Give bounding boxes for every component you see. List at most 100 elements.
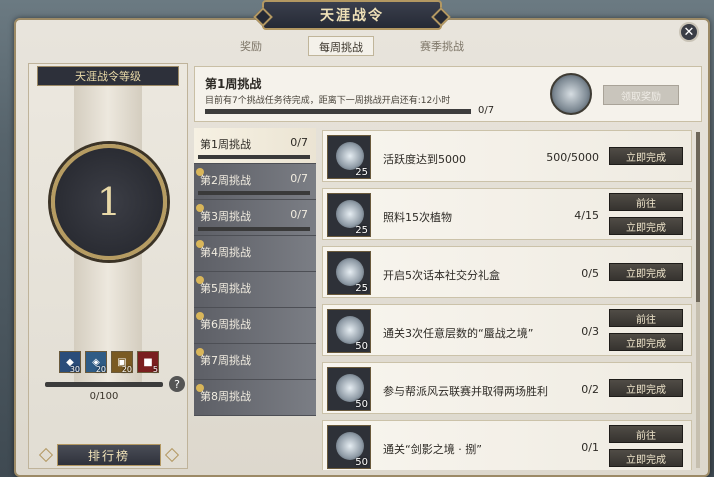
task-progress: 0/3 <box>581 325 599 338</box>
task-reward-icon: 50 <box>327 309 371 353</box>
diamond-deco-icon <box>164 447 180 463</box>
week-progress-bar <box>205 109 471 114</box>
reward-amount: 50 <box>355 341 368 352</box>
task-row: 25 照料15次植物 4/15 前往 立即完成 <box>322 188 692 240</box>
reward-count: 30 <box>69 365 80 374</box>
task-reward-icon: 50 <box>327 425 371 469</box>
week-label: 第2周挑战 <box>200 174 251 187</box>
week-item[interactable]: 第1周挑战 0/7 <box>194 128 316 164</box>
task-name: 照料15次植物 <box>383 211 452 224</box>
level-reward-row: ◆ 30 ◈ 20 ▣ 20 ■ 5 <box>59 351 159 374</box>
task-name: 参与帮派风云联赛并取得两场胜利 <box>383 385 548 398</box>
task-progress: 0/2 <box>581 383 599 396</box>
task-row: 50 通关“剑影之境 · 捌” 0/1 前往 立即完成 <box>322 420 692 470</box>
go-button[interactable]: 前往 <box>609 425 683 443</box>
level-badge: 1 <box>51 144 167 260</box>
level-title: 天涯战令等级 <box>37 66 179 86</box>
reward-amount: 25 <box>355 283 368 294</box>
reward-count: 5 <box>152 365 158 374</box>
gem-icon <box>336 316 364 344</box>
week-item-bar <box>198 155 310 159</box>
task-progress: 0/5 <box>581 267 599 280</box>
tab-weekly-challenge[interactable]: 每周挑战 <box>308 36 374 56</box>
task-row: 50 参与帮派风云联赛并取得两场胜利 0/2 立即完成 <box>322 362 692 414</box>
task-reward-icon: 50 <box>327 367 371 411</box>
week-label: 第3周挑战 <box>200 210 251 223</box>
week-item[interactable]: 第6周挑战 <box>194 308 316 344</box>
scroll-thumb[interactable] <box>696 132 700 302</box>
reward-chest-icon[interactable] <box>550 73 592 115</box>
gem-icon <box>336 432 364 460</box>
help-icon[interactable]: ? <box>169 376 185 392</box>
gem-icon <box>336 142 364 170</box>
week-item[interactable]: 第7周挑战 <box>194 344 316 380</box>
complete-now-button[interactable]: 立即完成 <box>609 147 683 165</box>
leaderboard-button[interactable]: 排行榜 <box>57 444 161 466</box>
task-list: 25 活跃度达到5000 500/5000 立即完成 25 照料15次植物 4/… <box>322 130 692 470</box>
go-button[interactable]: 前往 <box>609 193 683 211</box>
task-reward-icon: 25 <box>327 193 371 237</box>
task-row: 50 通关3次任意层数的“蜃战之境” 0/3 前往 立即完成 <box>322 304 692 356</box>
week-item[interactable]: 第5周挑战 <box>194 272 316 308</box>
week-item[interactable]: 第3周挑战 0/7 <box>194 200 316 236</box>
task-scrollbar[interactable] <box>696 132 700 468</box>
task-progress: 500/5000 <box>546 151 599 164</box>
close-icon[interactable]: ✕ <box>679 22 699 42</box>
task-name: 通关“剑影之境 · 捌” <box>383 443 482 456</box>
gem-icon <box>336 374 364 402</box>
task-reward-icon: 25 <box>327 135 371 179</box>
task-progress: 0/1 <box>581 441 599 454</box>
complete-now-button[interactable]: 立即完成 <box>609 263 683 281</box>
week-progress-count: 0/7 <box>478 105 495 116</box>
week-subtitle: 目前有7个挑战任务待完成，距离下一周挑战开启还有:12小时 <box>205 96 451 106</box>
red-chest-icon[interactable]: ■ 5 <box>137 351 159 374</box>
week-count: 0/7 <box>290 208 308 221</box>
week-label: 第8周挑战 <box>200 390 251 403</box>
window-title: 天涯战令 <box>262 0 442 30</box>
level-progress-text: 0/100 <box>89 391 119 402</box>
complete-now-button[interactable]: 立即完成 <box>609 379 683 397</box>
tab-rewards[interactable]: 奖励 <box>230 36 272 56</box>
week-list: 第1周挑战 0/7 第2周挑战 0/7 第3周挑战 0/7 第4周挑战 第5周挑… <box>194 128 316 416</box>
task-row: 25 活跃度达到5000 500/5000 立即完成 <box>322 130 692 182</box>
complete-now-button[interactable]: 立即完成 <box>609 217 683 235</box>
week-item[interactable]: 第8周挑战 <box>194 380 316 416</box>
gem-icon <box>336 258 364 286</box>
blue-crystal-icon[interactable]: ◆ 30 <box>59 351 81 374</box>
reward-amount: 25 <box>355 167 368 178</box>
level-progress-bar <box>45 382 163 387</box>
week-label: 第7周挑战 <box>200 354 251 367</box>
reward-amount: 50 <box>355 399 368 410</box>
week-item[interactable]: 第4周挑战 <box>194 236 316 272</box>
tab-season-challenge[interactable]: 赛季挑战 <box>410 36 474 56</box>
week-item[interactable]: 第2周挑战 0/7 <box>194 164 316 200</box>
task-progress: 4/15 <box>574 209 599 222</box>
level-panel: 天涯战令等级 1 ◆ 30 ◈ 20 ▣ 20 ■ 5 ? 0/100 排行榜 <box>28 63 188 469</box>
gold-item-icon[interactable]: ▣ 20 <box>111 351 133 374</box>
diamond-deco-icon <box>38 447 54 463</box>
week-label: 第6周挑战 <box>200 318 251 331</box>
task-reward-icon: 25 <box>327 251 371 295</box>
task-row: 25 开启5次话本社交分礼盒 0/5 立即完成 <box>322 246 692 298</box>
week-label: 第4周挑战 <box>200 246 251 259</box>
complete-now-button[interactable]: 立即完成 <box>609 449 683 467</box>
week-item-bar <box>198 191 310 195</box>
reward-amount: 25 <box>355 225 368 236</box>
week-count: 0/7 <box>290 136 308 149</box>
reward-count: 20 <box>121 365 132 374</box>
complete-now-button[interactable]: 立即完成 <box>609 333 683 351</box>
week-count: 0/7 <box>290 172 308 185</box>
gem-icon <box>336 200 364 228</box>
week-item-bar <box>198 227 310 231</box>
task-name: 开启5次话本社交分礼盒 <box>383 269 500 282</box>
claim-reward-button[interactable]: 领取奖励 <box>603 85 679 105</box>
week-header: 第1周挑战 目前有7个挑战任务待完成，距离下一周挑战开启还有:12小时 0/7 … <box>194 66 702 122</box>
task-name: 活跃度达到5000 <box>383 153 466 166</box>
task-name: 通关3次任意层数的“蜃战之境” <box>383 327 534 340</box>
reward-count: 20 <box>95 365 106 374</box>
week-label: 第1周挑战 <box>200 138 251 151</box>
week-title: 第1周挑战 <box>205 77 262 91</box>
blue-gem-icon[interactable]: ◈ 20 <box>85 351 107 374</box>
reward-amount: 50 <box>355 457 368 468</box>
go-button[interactable]: 前往 <box>609 309 683 327</box>
